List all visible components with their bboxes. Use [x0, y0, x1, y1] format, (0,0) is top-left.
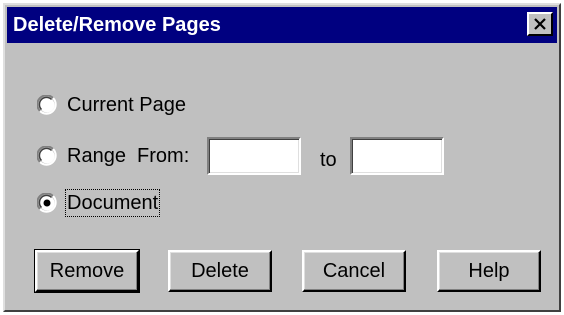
option-document[interactable]: Document: [36, 189, 161, 217]
document-radio[interactable]: [36, 192, 57, 213]
range-to-label: to: [320, 149, 337, 171]
range-from-input[interactable]: [207, 137, 301, 175]
radio-button-selected-icon: [36, 192, 57, 213]
option-current-page[interactable]: Current Page: [36, 91, 186, 119]
delete-button[interactable]: Delete: [168, 250, 272, 292]
title-bar[interactable]: Delete/Remove Pages: [7, 7, 557, 43]
range-from-label[interactable]: Range From:: [67, 144, 189, 168]
document-label[interactable]: Document: [64, 189, 161, 217]
range-to-input[interactable]: [350, 137, 444, 175]
dialog-title: Delete/Remove Pages: [13, 14, 221, 36]
cancel-button[interactable]: Cancel: [302, 250, 406, 292]
current-page-radio[interactable]: [36, 94, 57, 115]
option-range[interactable]: Range From:: [36, 142, 189, 170]
close-icon: [534, 18, 546, 30]
help-button[interactable]: Help: [437, 250, 541, 292]
close-button[interactable]: [527, 12, 553, 36]
current-page-label[interactable]: Current Page: [67, 93, 186, 117]
radio-button-icon: [36, 94, 57, 115]
delete-remove-pages-dialog: Delete/Remove Pages Current Page Range F…: [3, 3, 561, 312]
range-radio[interactable]: [36, 145, 57, 166]
radio-button-icon: [36, 145, 57, 166]
remove-button[interactable]: Remove: [34, 249, 140, 293]
